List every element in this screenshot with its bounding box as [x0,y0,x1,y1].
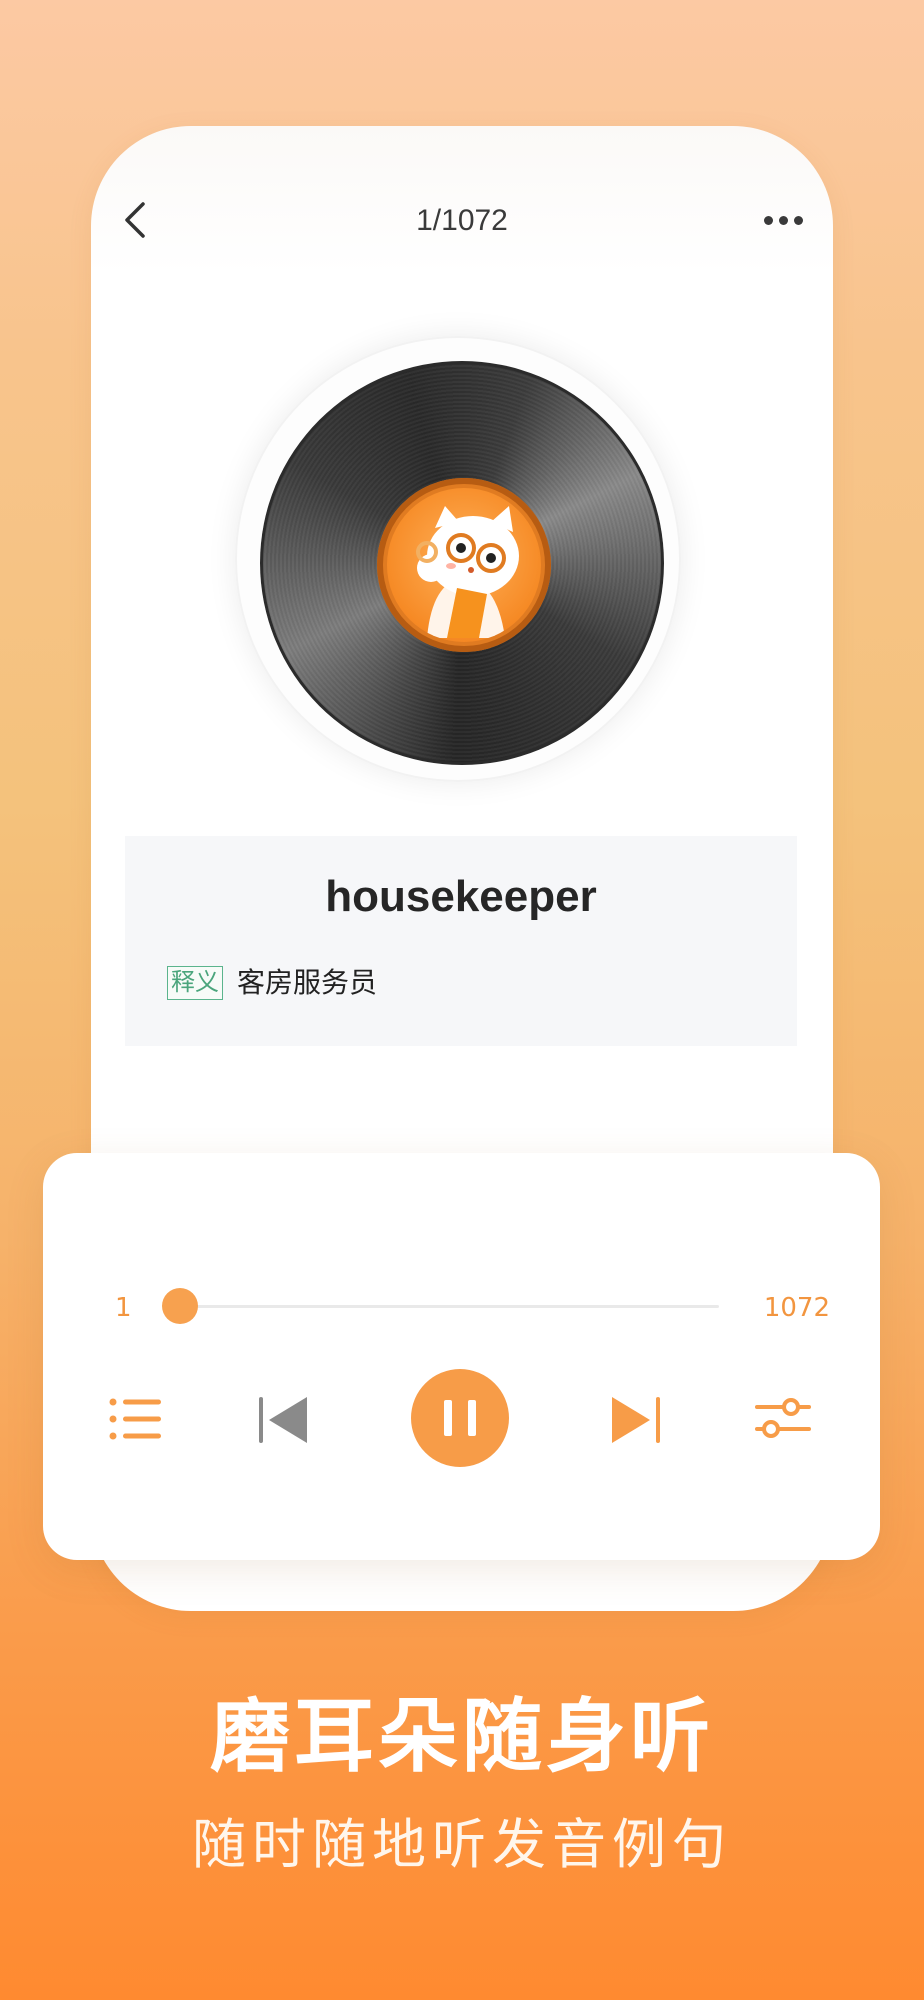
previous-button[interactable] [257,1395,309,1445]
progress-knob[interactable] [162,1288,198,1324]
word-text: housekeeper [325,872,597,921]
page-counter: 1/1072 [416,204,508,237]
settings-sliders-icon [755,1398,811,1438]
list-icon [109,1398,161,1440]
next-button[interactable] [610,1395,662,1445]
more-dot [793,215,803,225]
pause-icon [444,1400,452,1436]
progress-start-label: 1 [115,1293,132,1323]
previous-icon [259,1397,307,1443]
top-bar: 1/1072 [91,176,833,276]
promo-headline: 磨耳朵随身听 [210,1690,714,1783]
word-card: housekeeper 释义 客房服务员 [125,836,797,1046]
meaning-text: 客房服务员 [237,966,378,999]
pause-button[interactable] [411,1369,509,1467]
settings-button[interactable] [755,1393,811,1443]
meaning-tag: 释义 [167,966,223,1000]
pause-icon-bar [468,1400,476,1436]
cat-mascot-icon [416,506,519,638]
promo-subline: 随时随地听发音例句 [192,1813,732,1876]
more-dots-icon [763,215,773,225]
player-panel: 1 1072 [43,1153,880,1560]
progress-track[interactable] [173,1305,719,1308]
mascot-avatar [387,488,541,642]
next-icon [612,1397,660,1443]
more-dot [778,215,788,225]
progress-end-label: 1072 [763,1293,830,1323]
more-button[interactable] [753,200,813,240]
playlist-button[interactable] [109,1397,163,1441]
